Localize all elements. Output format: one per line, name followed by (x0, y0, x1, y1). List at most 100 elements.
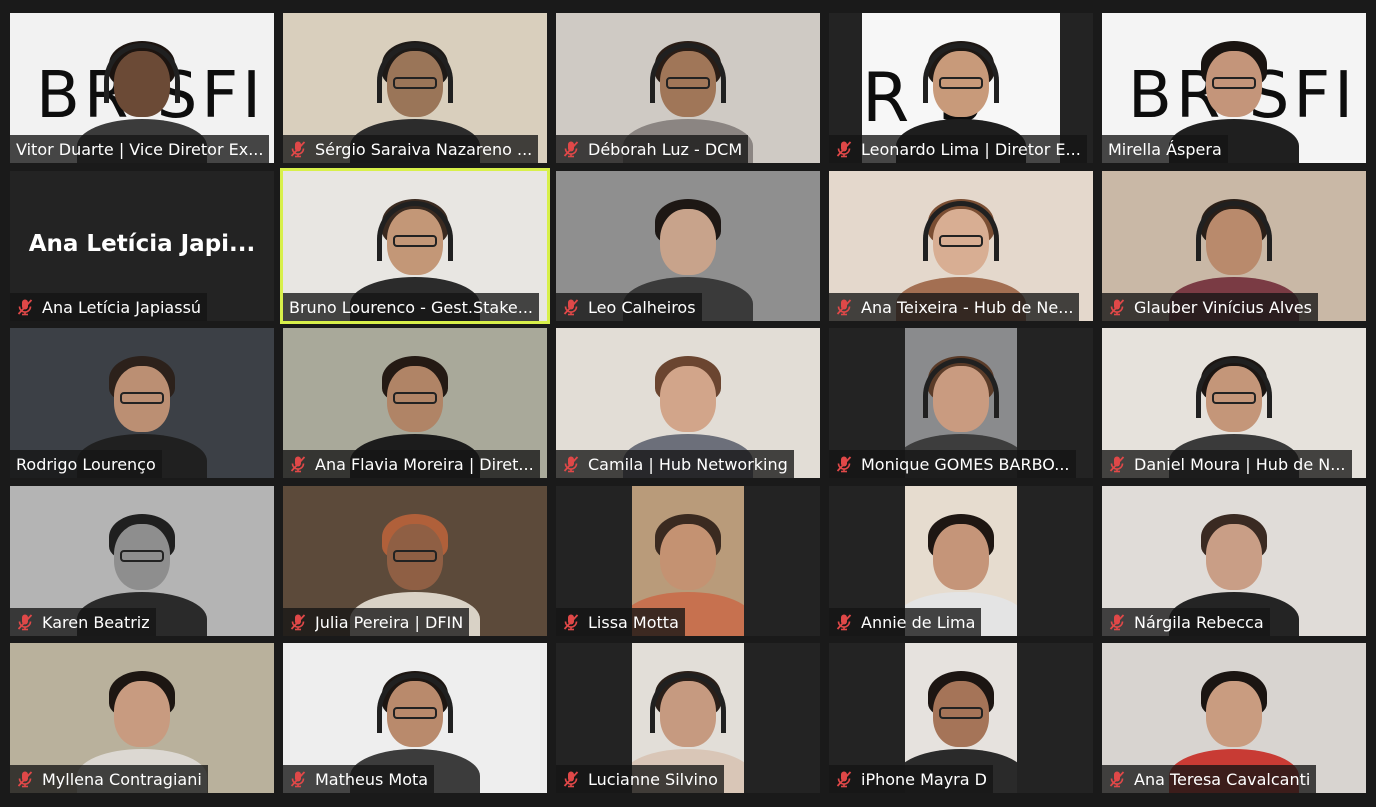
participant-name: Ana Letícia Japiassú (42, 297, 202, 317)
glasses-icon (1212, 392, 1256, 404)
participant-tile[interactable]: Bruno Lourenco - Gest.Stake... (280, 168, 550, 324)
participant-name: Ana Teixeira - Hub de Ne... (861, 297, 1074, 317)
glasses-icon (120, 392, 164, 404)
microphone-muted-icon (563, 456, 579, 473)
microphone-muted-icon (836, 456, 852, 473)
microphone-muted-icon (1109, 771, 1125, 788)
participant-tile[interactable]: Annie de Lima (829, 486, 1093, 636)
participant-name: Karen Beatriz (42, 612, 150, 632)
participant-name: Déborah Luz - DCM (588, 139, 743, 159)
participant-tile[interactable]: Sérgio Saraiva Nazareno ... (283, 13, 547, 163)
microphone-muted-icon (1109, 614, 1125, 631)
participant-nameplate: Ana Letícia Japiassú (10, 293, 208, 321)
participant-nameplate: Leo Calheiros (556, 293, 702, 321)
participant-tile[interactable]: BR SFI Vitor Duarte | Vice Diretor Ex... (10, 13, 274, 163)
microphone-muted-icon (563, 141, 579, 158)
participant-name: Bruno Lourenco - Gest.Stake... (289, 297, 533, 317)
microphone-muted-icon (290, 614, 306, 631)
glasses-icon (1212, 77, 1256, 89)
participant-nameplate: Ana Teresa Cavalcanti (1102, 765, 1317, 793)
participant-name: Matheus Mota (315, 769, 429, 789)
participant-nameplate: Rodrigo Lourenço (10, 450, 162, 478)
participant-name: Ana Teresa Cavalcanti (1134, 769, 1311, 789)
participant-name: Nárgila Rebecca (1134, 612, 1264, 632)
participant-tile[interactable]: Lissa Motta (556, 486, 820, 636)
participant-name: Daniel Moura | Hub de N... (1134, 454, 1346, 474)
participant-name: Rodrigo Lourenço (16, 454, 156, 474)
participant-tile[interactable]: Monique GOMES BARBO... (829, 328, 1093, 478)
participant-nameplate: Lissa Motta (556, 608, 685, 636)
microphone-muted-icon (563, 771, 579, 788)
participant-name: Lucianne Silvino (588, 769, 718, 789)
participant-name: Lissa Motta (588, 612, 679, 632)
microphone-muted-icon (1109, 299, 1125, 316)
participant-nameplate: Annie de Lima (829, 608, 982, 636)
participant-name: Leo Calheiros (588, 297, 696, 317)
participant-nameplate: Ana Flavia Moreira | Diret... (283, 450, 540, 478)
participant-name: Glauber Vinícius Alves (1134, 297, 1312, 317)
microphone-muted-icon (290, 141, 306, 158)
participant-tile[interactable]: Glauber Vinícius Alves (1102, 171, 1366, 321)
participant-tile[interactable]: Ana Teixeira - Hub de Ne... (829, 171, 1093, 321)
participant-tile[interactable]: Ana Flavia Moreira | Diret... (283, 328, 547, 478)
participant-name: Camila | Hub Networking (588, 454, 788, 474)
participant-face (933, 524, 989, 590)
participant-name: Sérgio Saraiva Nazareno ... (315, 139, 533, 159)
participant-name: Mirella Áspera (1108, 139, 1222, 159)
participant-display-name: Ana Letícia Japi... (28, 231, 256, 257)
participant-nameplate: Daniel Moura | Hub de N... (1102, 450, 1352, 478)
participant-tile[interactable]: Nárgila Rebecca (1102, 486, 1366, 636)
participant-tile[interactable]: Julia Pereira | DFIN (283, 486, 547, 636)
participant-nameplate: Bruno Lourenco - Gest.Stake... (283, 293, 539, 321)
participant-tile[interactable]: Matheus Mota (283, 643, 547, 793)
participant-face (1206, 524, 1262, 590)
glasses-icon (120, 550, 164, 562)
participant-tile[interactable]: Déborah Luz - DCM (556, 13, 820, 163)
microphone-muted-icon (836, 299, 852, 316)
participant-tile[interactable]: BR SFI Mirella Áspera (1102, 13, 1366, 163)
participant-nameplate: Camila | Hub Networking (556, 450, 794, 478)
glasses-icon (393, 77, 437, 89)
participant-tile[interactable]: Daniel Moura | Hub de N... (1102, 328, 1366, 478)
microphone-muted-icon (17, 299, 33, 316)
microphone-muted-icon (17, 771, 33, 788)
participant-tile[interactable]: Rodrigo Lourenço (10, 328, 274, 478)
participant-face (114, 681, 170, 747)
participant-nameplate: Karen Beatriz (10, 608, 156, 636)
participant-tile[interactable]: Camila | Hub Networking (556, 328, 820, 478)
participant-face (660, 209, 716, 275)
glasses-icon (393, 392, 437, 404)
participant-tile[interactable]: R S Leonardo Lima | Diretor E... (829, 13, 1093, 163)
glasses-icon (666, 77, 710, 89)
participant-name: Leonardo Lima | Diretor E... (861, 139, 1081, 159)
participant-nameplate: Leonardo Lima | Diretor E... (829, 135, 1087, 163)
participant-name: Monique GOMES BARBO... (861, 454, 1070, 474)
participant-name: Annie de Lima (861, 612, 976, 632)
glasses-icon (393, 707, 437, 719)
microphone-muted-icon (836, 614, 852, 631)
participant-tile[interactable]: Ana Teresa Cavalcanti (1102, 643, 1366, 793)
participant-tile[interactable]: Lucianne Silvino (556, 643, 820, 793)
microphone-muted-icon (563, 299, 579, 316)
participant-tile[interactable]: Karen Beatriz (10, 486, 274, 636)
participant-nameplate: Lucianne Silvino (556, 765, 724, 793)
participant-name: Ana Flavia Moreira | Diret... (315, 454, 534, 474)
participant-tile[interactable]: Myllena Contragiani (10, 643, 274, 793)
participant-nameplate: Matheus Mota (283, 765, 435, 793)
participant-nameplate: Vitor Duarte | Vice Diretor Ex... (10, 135, 270, 163)
microphone-muted-icon (836, 141, 852, 158)
participant-nameplate: Nárgila Rebecca (1102, 608, 1270, 636)
microphone-muted-icon (290, 456, 306, 473)
participant-nameplate: Déborah Luz - DCM (556, 135, 749, 163)
participant-tile[interactable]: Ana Letícia Japi... Ana Letícia Japiassú (10, 171, 274, 321)
participant-tile[interactable]: Leo Calheiros (556, 171, 820, 321)
participant-nameplate: Julia Pereira | DFIN (283, 608, 470, 636)
participant-name: Myllena Contragiani (42, 769, 202, 789)
participant-name: iPhone Mayra D (861, 769, 987, 789)
participant-nameplate: Mirella Áspera (1102, 135, 1228, 163)
microphone-muted-icon (1109, 456, 1125, 473)
participant-name: Vitor Duarte | Vice Diretor Ex... (16, 139, 264, 159)
glasses-icon (393, 235, 437, 247)
participant-nameplate: Myllena Contragiani (10, 765, 208, 793)
participant-tile[interactable]: iPhone Mayra D (829, 643, 1093, 793)
